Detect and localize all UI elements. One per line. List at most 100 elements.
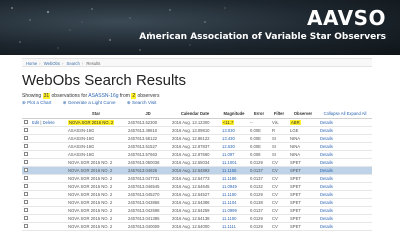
header-observer: Observer [288,110,318,119]
row-select-checkbox[interactable] [22,214,30,223]
table-row[interactable]: ASASSN-16G 2457613.49810 2016 Aug. 13.0981… [22,126,372,135]
row-select-checkbox[interactable] [22,150,30,159]
breadcrumb-search[interactable]: Search [67,61,80,66]
breadcrumb-webobs[interactable]: WebObs [44,61,60,66]
row-select-checkbox[interactable] [22,198,30,207]
details-link[interactable]: Details [318,190,372,199]
cell-error: 0.0137 [248,166,270,175]
details-link[interactable]: Details [318,158,372,167]
checkbox-icon[interactable] [24,152,28,157]
cell-filter: SI [270,142,288,151]
table-row[interactable]: ASASSN-16G 2457613.51527 2016 Aug. 12.8783… [22,142,372,151]
cell-observer: SPET [288,182,318,191]
row-select-checkbox[interactable] [22,158,30,167]
row-select-checkbox[interactable] [22,222,30,231]
details-link[interactable]: Details [318,198,372,207]
row-edit-delete [30,174,66,183]
cell-observer: NINA [288,150,318,159]
collapse-expand-toggle[interactable]: Collapse All Expand All [318,110,372,119]
checkbox-icon[interactable] [24,168,28,173]
checkbox-icon[interactable] [24,136,28,141]
cell-filter: SI [270,150,288,159]
plot-chart-link[interactable]: ⊕ Plot a Chart [22,100,51,105]
cell-date: 2016 Aug. 12.55034 [170,158,220,167]
page-title: WebObs Search Results [22,72,186,89]
row-select-checkbox[interactable] [22,166,30,175]
details-link[interactable]: Details [318,222,372,231]
cell-magnitude: 13.030 [220,126,248,135]
cell-date: 2016 Aug. 12.54645 [170,182,220,191]
details-link[interactable]: Details [318,126,372,135]
search-visit-link[interactable]: ⊕ Search Visit [127,100,157,105]
cell-observer: SPET [288,222,318,231]
results-summary: Showing 31 observations for ASASSN-16g f… [22,93,159,99]
checkbox-icon[interactable] [24,144,28,149]
row-select-checkbox[interactable] [22,118,30,127]
cell-jd: 2457613.52300 [126,118,170,127]
table-row[interactable]: NOVA SGR 2016 NO. 2 2457613.047731 2016 Au… [22,174,372,183]
cell-star: NOVA SGR 2016 NO. 2 [66,174,126,183]
checkbox-icon[interactable] [24,216,28,221]
details-link[interactable]: Details [318,150,372,159]
row-edit-delete [30,134,66,143]
edit-link[interactable]: Edit [32,120,39,125]
details-link[interactable]: Details [318,214,372,223]
table-row[interactable]: ASASSN-16G 2457613.57663 2016 Aug. 12.8766… [22,150,372,159]
details-link[interactable]: Details [318,142,372,151]
breadcrumb-home[interactable]: Home [26,61,37,66]
checkbox-icon[interactable] [24,200,28,205]
checkbox-icon[interactable] [24,160,28,165]
row-select-checkbox[interactable] [22,190,30,199]
cell-observer: SPET [288,214,318,223]
details-link[interactable]: Details [318,134,372,143]
row-select-checkbox[interactable] [22,126,30,135]
cell-magnitude: 11.1150 [220,214,248,223]
table-row[interactable]: NOVA SGR 2016 NO. 2 2457613.050036 2016 Au… [22,158,372,167]
cell-star: NOVA SGR 2016 NO. 2 [66,190,126,199]
row-select-checkbox[interactable] [22,182,30,191]
checkbox-icon[interactable] [24,192,28,197]
details-link[interactable]: Details [318,174,372,183]
cell-magnitude-text: <11.7 [222,119,235,125]
details-link[interactable]: Details [318,118,372,127]
cell-jd: 2457613.042598 [126,206,170,215]
table-row[interactable]: ASASSN-16G 2457613.56122 2016 Aug. 12.8612… [22,134,372,143]
details-link[interactable]: Details [318,206,372,215]
cell-magnitude: 11.1104 [220,198,248,207]
cell-magnitude: 11.1001 [220,158,248,167]
row-select-checkbox[interactable] [22,142,30,151]
cell-date: 2016 Aug. 12.54259 [170,206,220,215]
table-row[interactable]: NOVA SGR 2016 NO. 2 2457613.046545 2016 Au… [22,182,372,191]
delete-link[interactable]: Delete [43,120,55,125]
checkbox-icon[interactable] [24,208,28,213]
checkbox-icon[interactable] [24,176,28,181]
cell-error: 0.0138 [248,198,270,207]
table-row[interactable]: NOVA SGR 2016 NO. 2 2457613.04926 2016 Aug… [22,166,372,175]
brand-logo-text[interactable]: AAVSO [307,6,386,30]
cell-observer: SPET [288,206,318,215]
row-edit-delete [30,142,66,151]
cell-date: 2016 Aug. 12.54386 [170,198,220,207]
header-magnitude: Magnitude [220,110,248,119]
checkbox-icon[interactable] [24,128,28,133]
details-link[interactable]: Details [318,166,372,175]
cell-jd: 2457613.046545 [126,182,170,191]
row-select-checkbox[interactable] [22,206,30,215]
table-row[interactable]: Edit | Delete NOVA SGR 2016 NO. 2 2457613.… [22,118,372,127]
table-row[interactable]: NOVA SGR 2016 NO. 2 2457613.042598 2016 Au… [22,206,372,215]
header-error: Error [248,110,270,119]
row-select-checkbox[interactable] [22,134,30,143]
table-row[interactable]: NOVA SGR 2016 NO. 2 2457613.043866 2016 Au… [22,198,372,207]
table-row[interactable]: NOVA SGR 2016 NO. 2 2457613.045270 2016 Au… [22,190,372,199]
checkbox-icon[interactable] [24,120,28,125]
table-row[interactable]: NOVA SGR 2016 NO. 2 2457613.041385 2016 Au… [22,214,372,223]
checkbox-icon[interactable] [24,184,28,189]
summary-star-link[interactable]: ASASSN-16g [88,93,118,99]
table-row[interactable]: NOVA SGR 2016 NO. 2 2457613.040009 2016 Au… [22,222,372,231]
cell-jd: 2457613.56122 [126,134,170,143]
checkbox-icon[interactable] [24,224,28,229]
row-select-checkbox[interactable] [22,174,30,183]
cell-magnitude: 11.097 [220,150,248,159]
light-curve-link[interactable]: ⊕ Generate a Light Curve [63,100,116,105]
details-link[interactable]: Details [318,182,372,191]
